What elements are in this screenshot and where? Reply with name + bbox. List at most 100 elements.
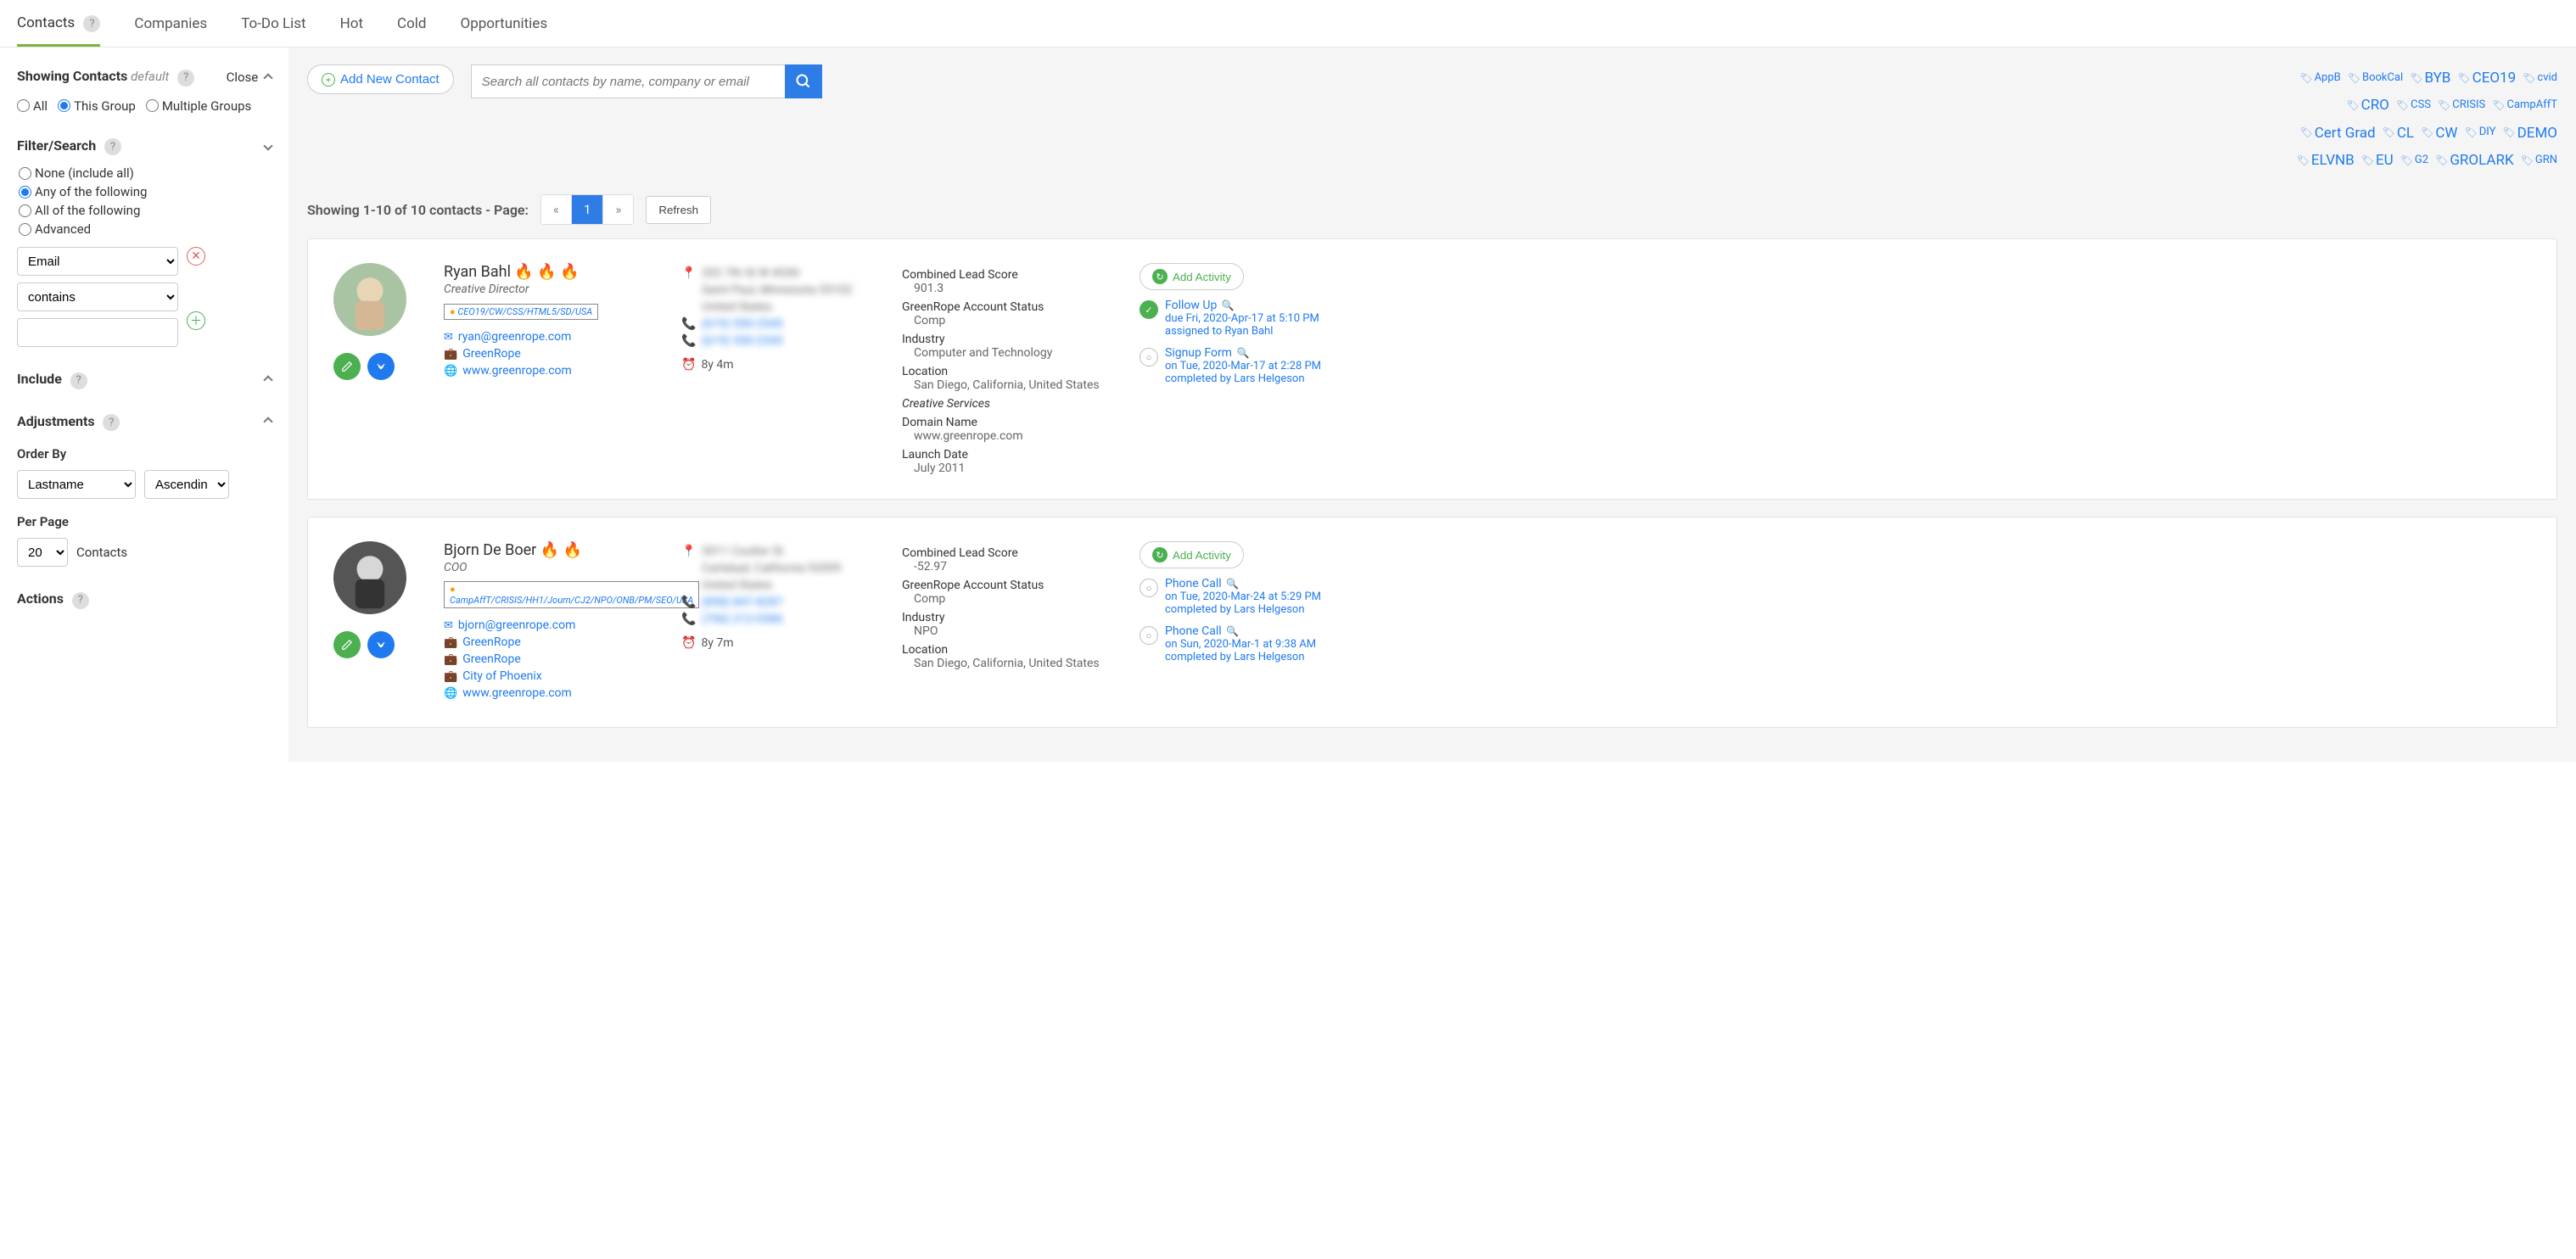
chevron-up-icon — [263, 417, 272, 427]
edit-button[interactable] — [333, 631, 361, 658]
handshake-button[interactable] — [367, 631, 395, 658]
tag-byb[interactable]: 🏷BYB — [2410, 64, 2450, 92]
help-icon[interactable]: ? — [70, 372, 87, 389]
nav-cold[interactable]: Cold — [397, 2, 426, 46]
phone-link[interactable]: (706) 212-0386 — [702, 613, 783, 626]
phone-link[interactable]: (858) 847-8287 — [702, 596, 783, 609]
tag-bookcal[interactable]: 🏷BookCal — [2348, 68, 2403, 89]
search-button[interactable] — [785, 64, 822, 98]
company-link[interactable]: 💼City of Phoenix — [444, 669, 656, 683]
filter-value-input[interactable] — [17, 318, 178, 347]
tag-eu[interactable]: 🏷EU — [2361, 147, 2394, 174]
nav-hot[interactable]: Hot — [340, 2, 363, 46]
orderby-field-select[interactable]: Lastname — [17, 470, 136, 499]
contact-title: Creative Director — [444, 283, 656, 296]
filter-header[interactable]: Filter/Search ? — [17, 137, 272, 156]
orderby-dir-select[interactable]: Ascending — [144, 470, 229, 499]
nav-todo[interactable]: To-Do List — [241, 2, 305, 46]
tag-diy[interactable]: 🏷DIY — [2464, 122, 2495, 143]
avatar[interactable] — [333, 263, 406, 336]
nav-contacts[interactable]: Contacts ? — [17, 1, 100, 47]
remove-filter-button[interactable]: ✕ — [187, 247, 205, 266]
tag-icon: 🏷 — [2521, 151, 2534, 171]
scope-multiple[interactable]: Multiple Groups — [146, 98, 251, 114]
help-icon[interactable]: ? — [72, 592, 89, 609]
tag-cvid[interactable]: 🏷cvid — [2523, 68, 2557, 89]
adjustments-header[interactable]: Adjustments ? — [17, 413, 272, 432]
tag-cro[interactable]: 🏷CRO — [2346, 92, 2388, 119]
nav-companies[interactable]: Companies — [134, 2, 207, 46]
activity-item[interactable]: ○Phone Call 🔍on Tue, 2020-Mar-24 at 5:29… — [1140, 577, 2531, 616]
contact-tags[interactable]: ● CampAffT/CRISIS/HH1/Journ/CJ2/NPO/ONB/… — [444, 581, 699, 608]
activity-item[interactable]: ○Phone Call 🔍on Sun, 2020-Mar-1 at 9:38 … — [1140, 624, 2531, 663]
attr-label: Combined Lead Score — [902, 268, 1114, 282]
tag-g2[interactable]: 🏷G2 — [2400, 150, 2428, 171]
pager-next[interactable]: » — [603, 195, 633, 224]
nav-opportunities[interactable]: Opportunities — [461, 2, 548, 46]
tag-appb[interactable]: 🏷AppB — [2299, 68, 2340, 89]
add-contact-button[interactable]: + Add New Contact — [307, 64, 454, 94]
tag-grolark[interactable]: 🏷GROLARK — [2435, 147, 2514, 174]
help-icon[interactable]: ? — [104, 138, 121, 155]
add-activity-button[interactable]: ↻Add Activity — [1140, 263, 1244, 290]
refresh-button[interactable]: Refresh — [646, 196, 711, 224]
contact-name[interactable]: Ryan Bahl 🔥 🔥 🔥 — [444, 263, 656, 281]
pager-prev[interactable]: « — [541, 195, 572, 224]
tag-icon: 🏷 — [2348, 69, 2360, 88]
filter-all[interactable]: All of the following — [19, 203, 272, 218]
magnify-icon[interactable]: 🔍 — [1222, 299, 1235, 311]
handshake-button[interactable] — [367, 353, 395, 380]
filter-op-select[interactable]: contains — [17, 283, 178, 311]
tag-grn[interactable]: 🏷GRN — [2521, 150, 2557, 171]
perpage-select[interactable]: 20 — [17, 538, 68, 567]
tag-cloud: 🏷AppB 🏷BookCal 🏷BYB🏷CEO19 🏷cvid 🏷CRO 🏷CSS 🏷CRI… — [2269, 64, 2557, 174]
pager-page[interactable]: 1 — [572, 195, 603, 224]
phone-link[interactable]: (619) 550-2545 — [702, 317, 783, 331]
website-link[interactable]: 🌐www.greenrope.com — [444, 364, 656, 378]
phone-link[interactable]: (619) 550-2545 — [702, 334, 783, 348]
help-icon[interactable]: ? — [177, 70, 194, 87]
attr-value: -52.97 — [914, 560, 1114, 574]
activity-item[interactable]: ○Signup Form 🔍on Tue, 2020-Mar-17 at 2:2… — [1140, 346, 2531, 385]
add-activity-button[interactable]: ↻Add Activity — [1140, 541, 1244, 568]
company-link[interactable]: 💼GreenRope — [444, 347, 656, 361]
email-link[interactable]: ✉ryan@greenrope.com — [444, 330, 656, 344]
tag-css[interactable]: 🏷CSS — [2396, 95, 2431, 116]
help-icon[interactable]: ? — [83, 15, 100, 32]
actions-header[interactable]: Actions ? — [17, 590, 272, 609]
tag-cl[interactable]: 🏷CL — [2383, 120, 2414, 147]
perpage-suffix: Contacts — [76, 545, 127, 560]
company-link[interactable]: 💼GreenRope — [444, 635, 656, 649]
search-input[interactable] — [471, 64, 785, 98]
tag-elvnb[interactable]: 🏷ELVNB — [2297, 147, 2355, 174]
tag-campafft[interactable]: 🏷CampAffT — [2492, 95, 2557, 116]
filter-none[interactable]: None (include all) — [19, 165, 272, 181]
website-link[interactable]: 🌐www.greenrope.com — [444, 686, 656, 700]
tag-crisis[interactable]: 🏷CRISIS — [2438, 95, 2485, 116]
filter-field-select[interactable]: Email — [17, 247, 178, 276]
add-filter-button[interactable]: ＋ — [187, 311, 205, 330]
tag-cw[interactable]: 🏷CW — [2421, 120, 2457, 147]
magnify-icon[interactable]: 🔍 — [1226, 578, 1239, 590]
tag-demo[interactable]: 🏷DEMO — [2502, 120, 2557, 147]
filter-any[interactable]: Any of the following — [19, 184, 272, 199]
scope-all[interactable]: All — [17, 98, 48, 114]
magnify-icon[interactable]: 🔍 — [1226, 625, 1239, 637]
scope-this-group[interactable]: This Group — [58, 98, 136, 114]
magnify-icon[interactable]: 🔍 — [1236, 347, 1249, 359]
help-icon[interactable]: ? — [103, 414, 120, 431]
email-link[interactable]: ✉bjorn@greenrope.com — [444, 618, 656, 632]
avatar[interactable] — [333, 541, 406, 614]
tag-ceo19[interactable]: 🏷CEO19 — [2457, 64, 2516, 92]
top-nav: Contacts ? Companies To-Do List Hot Cold… — [0, 0, 2576, 48]
edit-button[interactable] — [333, 353, 361, 380]
filter-advanced[interactable]: Advanced — [19, 221, 272, 237]
tag-cert-grad[interactable]: 🏷Cert Grad — [2299, 120, 2375, 147]
attr-value: San Diego, California, United States — [914, 378, 1114, 392]
company-link[interactable]: 💼GreenRope — [444, 652, 656, 666]
activity-item[interactable]: ✓Follow Up 🔍due Fri, 2020-Apr-17 at 5:10… — [1140, 299, 2531, 338]
close-sidebar[interactable]: Close — [227, 70, 272, 85]
contact-name[interactable]: Bjorn De Boer 🔥 🔥 — [444, 541, 656, 559]
include-header[interactable]: Include ? — [17, 371, 272, 389]
contact-tags[interactable]: ● CEO19/CW/CSS/HTML5/SD/USA — [444, 304, 598, 320]
